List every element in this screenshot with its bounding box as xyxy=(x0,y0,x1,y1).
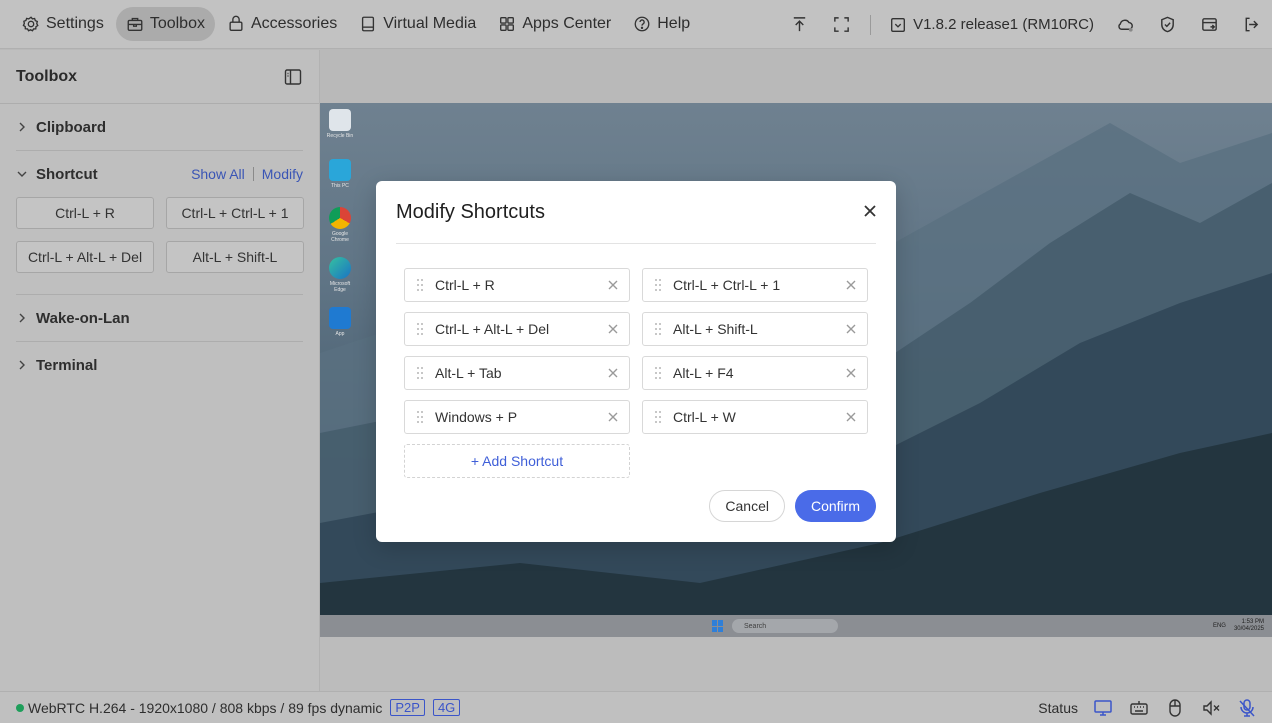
remove-icon[interactable] xyxy=(845,323,857,335)
drag-handle-icon[interactable] xyxy=(415,322,425,336)
shortcut-item[interactable]: Alt-L + Shift-L xyxy=(642,312,868,346)
shortcut-item-label: Alt-L + Shift-L xyxy=(673,321,758,337)
remove-icon[interactable] xyxy=(845,279,857,291)
shortcut-item[interactable]: Ctrl-L + Ctrl-L + 1 xyxy=(642,268,868,302)
shortcut-item[interactable]: Ctrl-L + W xyxy=(642,400,868,434)
dialog-actions: Cancel Confirm xyxy=(709,490,876,522)
remove-icon[interactable] xyxy=(607,367,619,379)
remove-icon[interactable] xyxy=(607,279,619,291)
shortcut-item[interactable]: Windows + P xyxy=(404,400,630,434)
modify-shortcuts-dialog: Modify Shortcuts Ctrl-L + R Ctrl-L + Ctr… xyxy=(376,181,896,542)
shortcut-item-label: Ctrl-L + Alt-L + Del xyxy=(435,321,550,337)
shortcut-item-label: Alt-L + F4 xyxy=(673,365,734,381)
shortcut-item-label: Windows + P xyxy=(435,409,518,425)
shortcut-item-label: Ctrl-L + Ctrl-L + 1 xyxy=(673,277,781,293)
shortcut-item-label: Ctrl-L + R xyxy=(435,277,495,293)
drag-handle-icon[interactable] xyxy=(415,410,425,424)
modal-overlay: Modify Shortcuts Ctrl-L + R Ctrl-L + Ctr… xyxy=(0,0,1272,723)
remove-icon[interactable] xyxy=(845,411,857,423)
drag-handle-icon[interactable] xyxy=(653,322,663,336)
dialog-title: Modify Shortcuts xyxy=(396,201,545,223)
drag-handle-icon[interactable] xyxy=(653,410,663,424)
shortcut-list: Ctrl-L + R Ctrl-L + Ctrl-L + 1 Ctrl-L + … xyxy=(404,268,868,478)
shortcut-item-label: Alt-L + Tab xyxy=(435,365,502,381)
dialog-divider xyxy=(396,243,876,244)
remove-icon[interactable] xyxy=(607,323,619,335)
drag-handle-icon[interactable] xyxy=(653,278,663,292)
shortcut-item[interactable]: Ctrl-L + Alt-L + Del xyxy=(404,312,630,346)
confirm-button[interactable]: Confirm xyxy=(794,490,876,522)
shortcut-item[interactable]: Alt-L + Tab xyxy=(404,356,630,390)
cancel-button[interactable]: Cancel xyxy=(709,490,785,522)
drag-handle-icon[interactable] xyxy=(415,278,425,292)
remove-icon[interactable] xyxy=(607,411,619,423)
shortcut-item[interactable]: Alt-L + F4 xyxy=(642,356,868,390)
drag-handle-icon[interactable] xyxy=(653,366,663,380)
drag-handle-icon[interactable] xyxy=(415,366,425,380)
close-icon[interactable] xyxy=(862,203,878,219)
shortcut-item[interactable]: Ctrl-L + R xyxy=(404,268,630,302)
shortcut-item-label: Ctrl-L + W xyxy=(673,409,736,425)
remove-icon[interactable] xyxy=(845,367,857,379)
add-shortcut-button[interactable]: + Add Shortcut xyxy=(404,444,630,478)
